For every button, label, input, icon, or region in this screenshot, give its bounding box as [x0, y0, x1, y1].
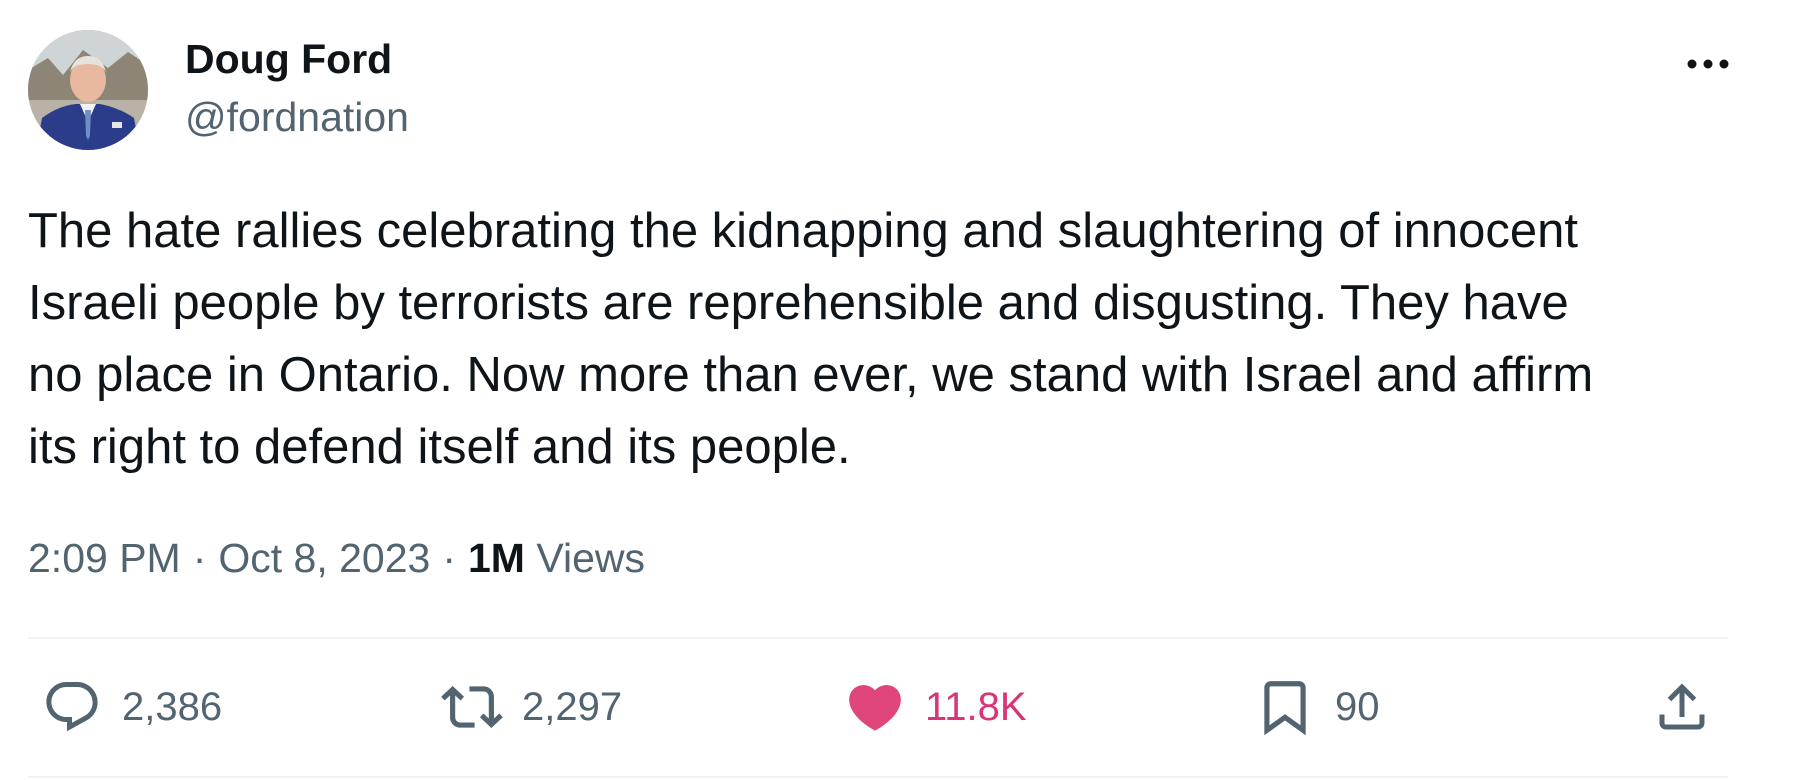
reply-button[interactable]: 2,386 — [40, 668, 222, 746]
avatar-photo — [28, 30, 148, 150]
meta-separator: · — [442, 535, 456, 581]
repost-button[interactable]: 2,297 — [440, 668, 622, 746]
more-horizontal-icon — [1687, 59, 1729, 69]
tweet-card: Doug Ford @fordnation The hate rallies c… — [0, 0, 1794, 780]
tweet-time[interactable]: 2:09 PM · Oct 8, 2023 — [28, 535, 430, 581]
heart-filled-icon — [843, 675, 907, 739]
share-icon — [1650, 675, 1714, 739]
bookmark-button[interactable]: 90 — [1253, 668, 1380, 746]
reply-icon — [40, 675, 104, 739]
more-options-button[interactable] — [1678, 42, 1738, 102]
divider — [28, 637, 1728, 639]
like-button[interactable]: 11.8K — [843, 668, 1027, 746]
reply-count: 2,386 — [122, 684, 223, 729]
tweet-meta: 2:09 PM · Oct 8, 2023 · 1M Views — [28, 530, 645, 586]
avatar[interactable] — [28, 30, 148, 150]
tweet-time-value: 2:09 PM — [28, 535, 181, 581]
like-count: 11.8K — [925, 684, 1027, 729]
tweet-header: Doug Ford @fordnation — [28, 30, 1729, 152]
share-button[interactable] — [1650, 668, 1714, 746]
author-handle[interactable]: @fordnation — [185, 92, 409, 142]
action-bar: 2,386 2,297 11.8K 90 — [28, 668, 1728, 746]
bookmark-icon — [1253, 675, 1317, 739]
divider — [28, 776, 1728, 778]
tweet-date: Oct 8, 2023 — [218, 535, 431, 581]
repost-count: 2,297 — [522, 684, 623, 729]
author-display-name[interactable]: Doug Ford — [185, 34, 409, 84]
views-count: 1M — [467, 535, 525, 581]
meta-separator: · — [192, 535, 207, 581]
tweet-text: The hate rallies celebrating the kidnapp… — [28, 204, 1594, 474]
repost-icon — [440, 675, 504, 739]
author-names: Doug Ford @fordnation — [185, 34, 409, 142]
bookmark-count: 90 — [1335, 684, 1380, 729]
views-label: Views — [536, 535, 645, 581]
